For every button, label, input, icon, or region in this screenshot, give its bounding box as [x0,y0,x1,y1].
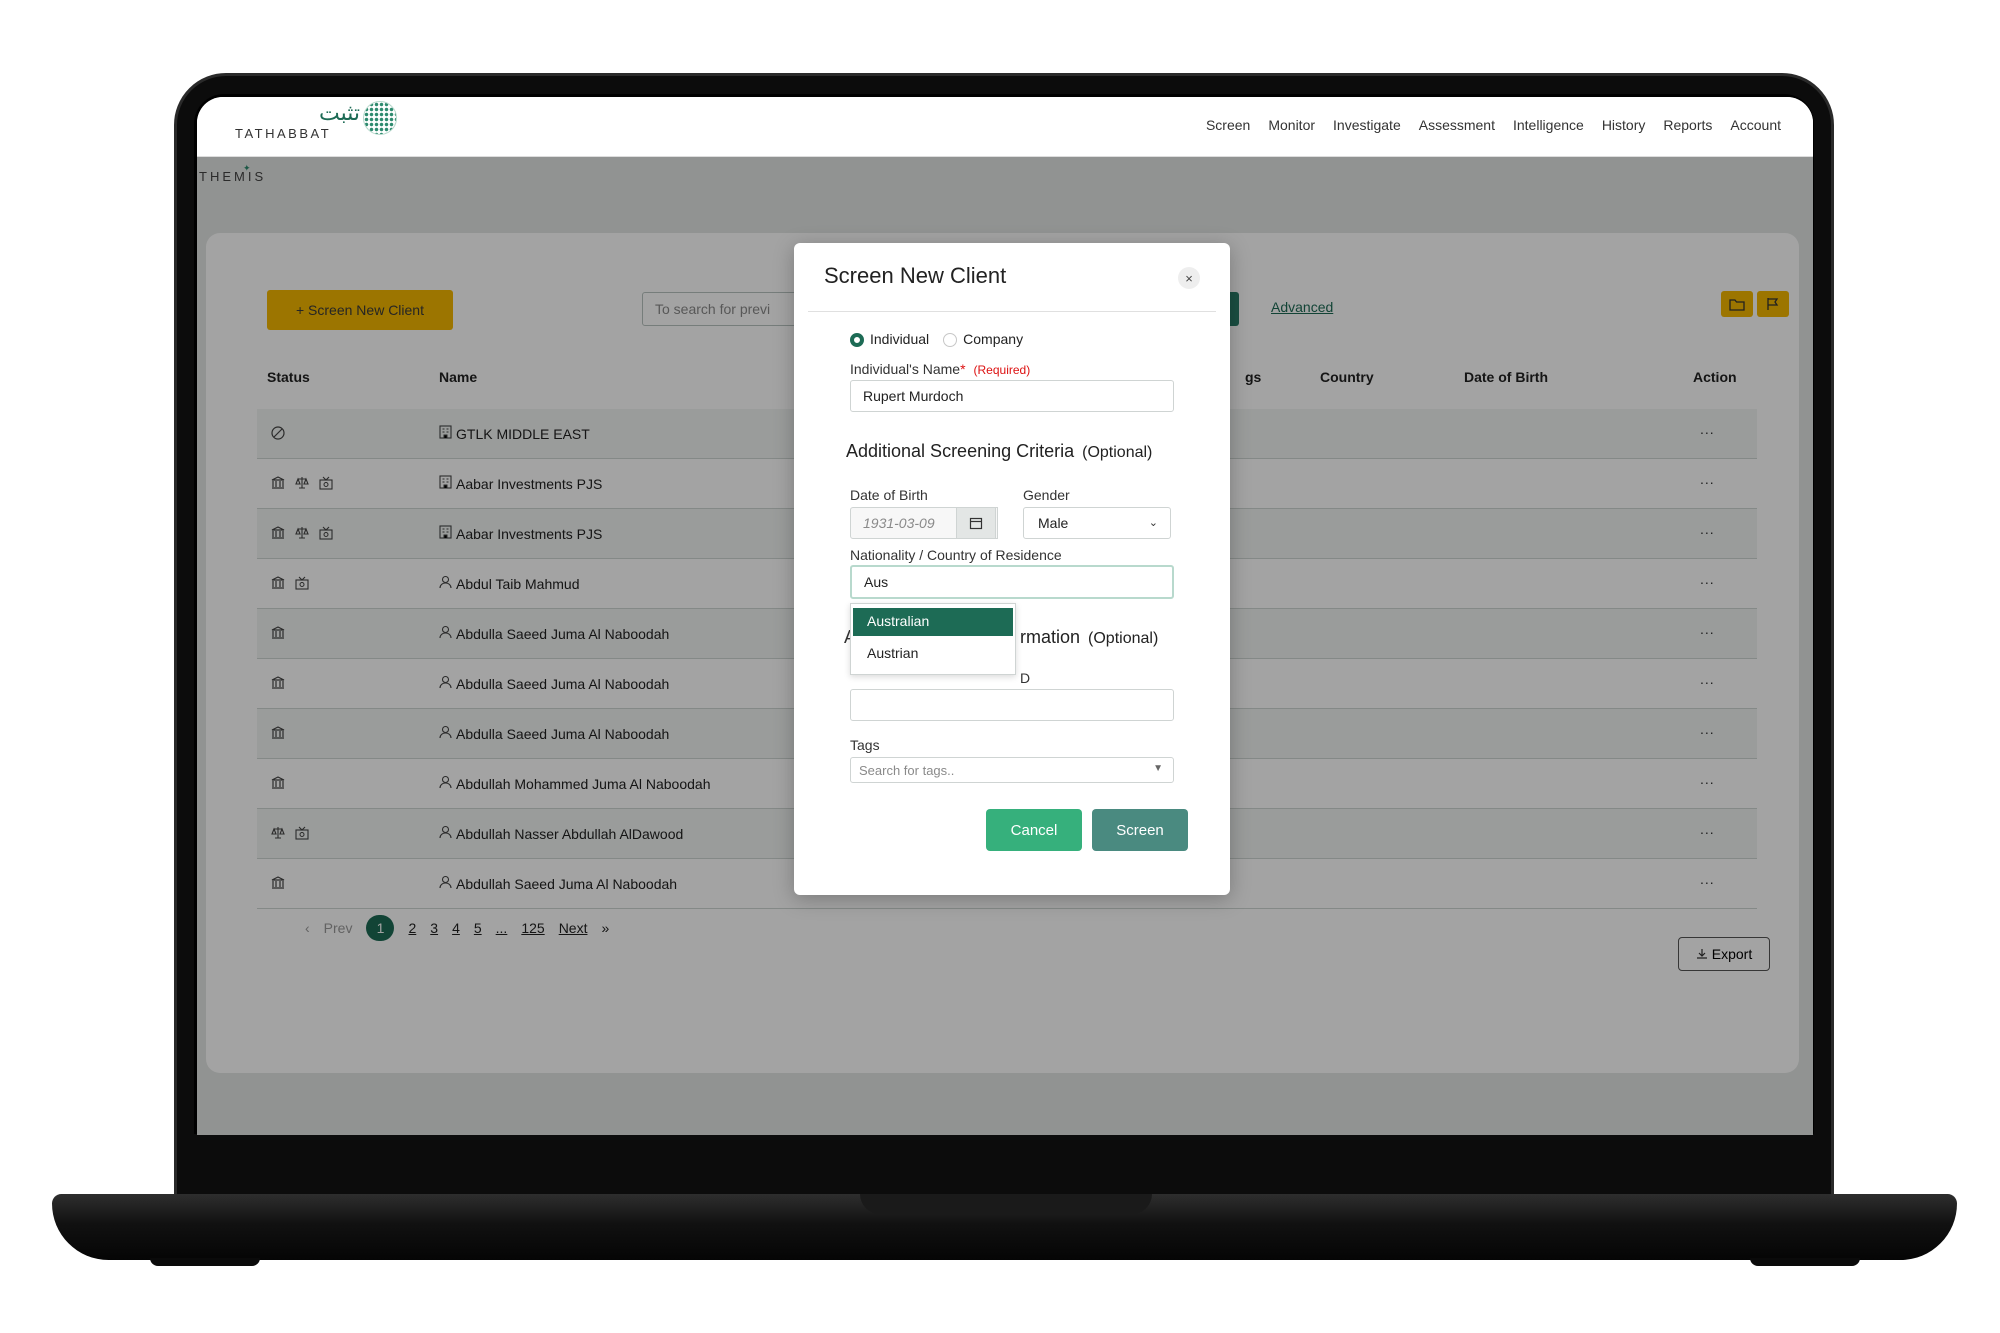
nav-screen[interactable]: Screen [1206,117,1250,133]
reference-id-input[interactable] [850,689,1174,721]
additional-criteria-title: Additional Screening Criteria [846,441,1075,461]
required-note: (Required) [973,363,1031,377]
app-screen: تثبت TATHABBAT Screen Monitor Investigat… [197,97,1813,1135]
close-icon[interactable]: × [1178,267,1200,289]
tathabbat-logo[interactable]: تثبت TATHABBAT [235,101,397,149]
radio-empty-icon [943,333,958,348]
nationality-suggestions: Australian Austrian [850,603,1016,675]
tags-placeholder: Search for tags.. [859,763,955,778]
radio-company[interactable]: Company [943,331,1024,348]
reference-id-label-fragment: D [1020,670,1031,686]
tags-label: Tags [850,737,880,753]
laptop-foot [1750,1258,1860,1266]
suggestion-australian[interactable]: Australian [853,608,1013,636]
nav-reports[interactable]: Reports [1663,117,1712,133]
caret-down-icon: ▼ [1153,763,1163,774]
modal-title: Screen New Client [824,263,1007,288]
globe-icon [363,101,397,135]
additional-criteria-heading: Additional Screening Criteria (Optional) [846,441,1152,462]
nav-investigate[interactable]: Investigate [1333,117,1401,133]
additional-info-heading: rmation (Optional) [1020,627,1158,648]
client-type-radio-group: Individual Company [850,331,1024,348]
screen-new-client-modal: Screen New Client × Individual Company I… [794,243,1230,895]
gender-value: Male [1038,515,1069,531]
radio-selected-icon [850,333,864,348]
nav-monitor[interactable]: Monitor [1268,117,1315,133]
nationality-input[interactable]: Aus [850,565,1174,599]
radio-individual-label: Individual [870,331,930,347]
name-label-text: Individual's Name [850,361,961,377]
radio-individual[interactable]: Individual [850,331,930,348]
required-star: * [960,361,966,377]
cancel-button[interactable]: Cancel [986,809,1082,851]
screen-button[interactable]: Screen [1092,809,1188,851]
gender-label: Gender [1023,487,1070,503]
calendar-button[interactable] [956,507,996,539]
nationality-label: Nationality / Country of Residence [850,547,1062,563]
radio-company-label: Company [963,331,1024,347]
logo-arabic-text: تثبت [319,101,361,126]
nav-history[interactable]: History [1602,117,1646,133]
individual-name-input[interactable]: Rupert Murdoch [850,380,1174,412]
additional-info-title: rmation [1020,627,1081,647]
gender-select[interactable]: Male ⌄ [1023,507,1171,539]
nav-assessment[interactable]: Assessment [1419,117,1495,133]
info-optional-label: (Optional) [1088,630,1159,647]
laptop-foot [150,1258,260,1266]
page-content: THEMIS ✦ + Screen New Client To search f… [197,157,1813,1135]
name-label: Individual's Name* (Required) [850,361,1030,377]
optional-label: (Optional) [1082,444,1153,461]
top-navbar: تثبت TATHABBAT Screen Monitor Investigat… [197,97,1813,157]
nav-account[interactable]: Account [1730,117,1781,133]
dob-label: Date of Birth [850,487,928,503]
main-nav: Screen Monitor Investigate Assessment In… [1206,117,1781,133]
nav-intelligence[interactable]: Intelligence [1513,117,1584,133]
laptop-notch [860,1194,1152,1214]
logo-text: TATHABBAT [235,126,332,141]
suggestion-austrian[interactable]: Austrian [853,640,1013,668]
tags-select[interactable]: Search for tags.. ▼ [850,757,1174,783]
chevron-down-icon: ⌄ [1148,517,1158,529]
modal-divider [808,311,1216,312]
calendar-icon [969,517,983,530]
